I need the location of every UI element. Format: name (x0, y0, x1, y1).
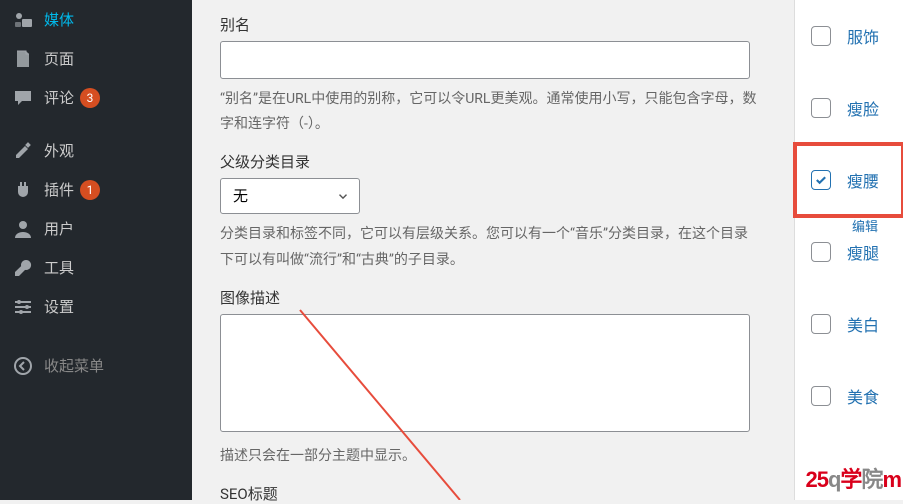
sidebar-item-appearance[interactable]: 外观 (0, 131, 192, 170)
category-label: 瘦腰 (847, 168, 879, 192)
image-desc-help: 描述只会在一部分主题中显示。 (220, 444, 760, 469)
category-row[interactable]: 瘦腿 (795, 216, 903, 288)
appearance-icon (12, 141, 34, 161)
sidebar-item-label: 工具 (44, 257, 74, 278)
category-row[interactable]: 瘦脸 (795, 72, 903, 144)
tool-icon (12, 258, 34, 278)
field-parent: 父级分类目录 无 分类目录和标签不同，它可以有层级关系。您可以有一个“音乐”分类… (220, 151, 766, 272)
plugin-icon (12, 180, 34, 200)
sidebar-item-comments[interactable]: 评论 3 (0, 78, 192, 117)
collapse-icon (12, 356, 34, 376)
sidebar-item-label: 评论 (44, 87, 74, 108)
field-image-desc: 图像描述 描述只会在一部分主题中显示。 (220, 287, 766, 469)
sidebar-item-tools[interactable]: 工具 (0, 248, 192, 287)
checkbox[interactable] (811, 242, 831, 262)
sidebar-item-label: 页面 (44, 48, 74, 69)
sidebar-item-pages[interactable]: 页面 (0, 39, 192, 78)
alias-label: 别名 (220, 14, 766, 35)
media-icon (12, 10, 34, 30)
category-label: 服饰 (847, 24, 879, 48)
sidebar-item-plugins[interactable]: 插件 1 (0, 170, 192, 209)
parent-help: 分类目录和标签不同，它可以有层级关系。您可以有一个“音乐”分类目录，在这个目录下… (220, 222, 760, 272)
sidebar-item-label: 外观 (44, 140, 74, 161)
checkbox[interactable] (811, 386, 831, 406)
category-row-highlighted[interactable]: 瘦腰 (795, 144, 903, 216)
sidebar-item-media[interactable]: 媒体 (0, 0, 192, 39)
category-label: 瘦腿 (847, 240, 879, 264)
sidebar-item-label: 用户 (44, 218, 74, 239)
field-alias: 别名 “别名”是在URL中使用的别称，它可以令URL更美观。通常使用小写，只能包… (220, 14, 766, 137)
sidebar-item-settings[interactable]: 设置 (0, 287, 192, 326)
alias-help: “别名”是在URL中使用的别称，它可以令URL更美观。通常使用小写，只能包含字母… (220, 87, 760, 137)
checkbox[interactable] (811, 26, 831, 46)
user-icon (12, 219, 34, 239)
comment-icon (12, 88, 34, 108)
image-desc-textarea[interactable] (220, 314, 750, 432)
page-icon (12, 49, 34, 69)
category-panel: 服饰 瘦脸 瘦腰 编辑 瘦腿 美白 美食 (794, 0, 903, 500)
seo-title-label: SEO标题 (220, 483, 766, 504)
sidebar-collapse[interactable]: 收起菜单 (0, 346, 192, 385)
category-row[interactable]: 美食 (795, 360, 903, 432)
category-label: 瘦脸 (847, 96, 879, 120)
category-row[interactable]: 美白 (795, 288, 903, 360)
plugin-update-badge: 1 (80, 180, 100, 200)
alias-input[interactable] (220, 41, 750, 79)
settings-icon (12, 297, 34, 317)
sidebar-item-label: 插件 (44, 179, 74, 200)
watermark: 25q学院m (805, 462, 901, 494)
category-label: 美白 (847, 312, 879, 336)
sidebar-item-users[interactable]: 用户 (0, 209, 192, 248)
category-label: 美食 (847, 384, 879, 408)
sidebar-collapse-label: 收起菜单 (44, 355, 104, 376)
image-desc-label: 图像描述 (220, 287, 766, 308)
field-seo-title: SEO标题 (220, 483, 766, 504)
main-content: 别名 “别名”是在URL中使用的别称，它可以令URL更美观。通常使用小写，只能包… (192, 0, 794, 500)
category-row[interactable]: 服饰 (795, 0, 903, 72)
parent-label: 父级分类目录 (220, 151, 766, 172)
checkbox[interactable] (811, 314, 831, 334)
sidebar-item-label: 设置 (44, 296, 74, 317)
parent-select[interactable]: 无 (220, 178, 360, 214)
comment-count-badge: 3 (80, 88, 100, 108)
admin-sidebar: 媒体 页面 评论 3 外观 插件 1 用户 工具 (0, 0, 192, 500)
checkbox[interactable] (811, 98, 831, 118)
checkbox-checked[interactable] (811, 170, 831, 190)
edit-link[interactable]: 编辑 (852, 216, 878, 235)
sidebar-item-label: 媒体 (44, 9, 74, 30)
